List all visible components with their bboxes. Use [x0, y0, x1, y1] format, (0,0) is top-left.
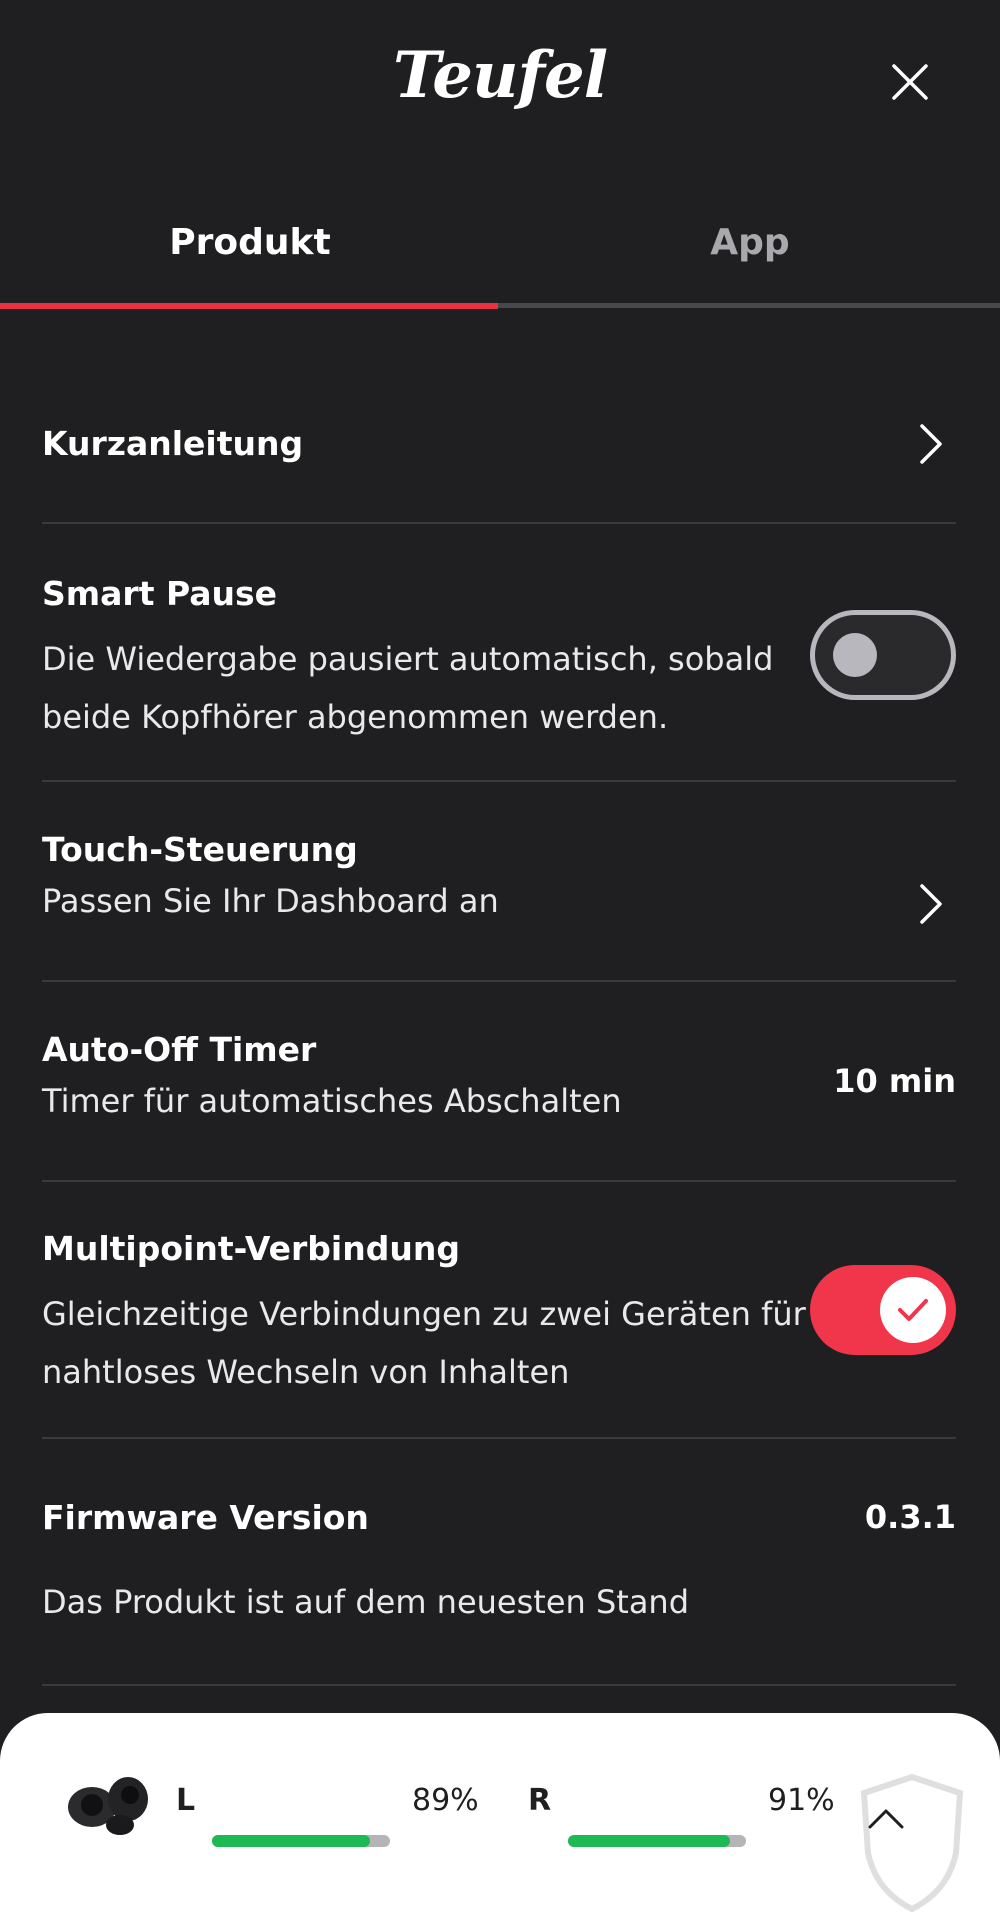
quick-guide-title: Kurzanleitung: [42, 424, 304, 463]
battery-left-fill: [212, 1835, 371, 1847]
multipoint-desc-line-2: nahtloses Wechseln von Inhalten: [42, 1353, 570, 1391]
close-button[interactable]: [886, 58, 934, 106]
tab-app[interactable]: App: [500, 222, 1000, 263]
quick-guide-chevron[interactable]: [916, 422, 946, 466]
chevron-right-icon: [920, 884, 942, 924]
chevron-up-icon: [868, 1809, 904, 1829]
smart-pause-desc-line-1: Die Wiedergabe pausiert automatisch, sob…: [42, 640, 774, 678]
smart-pause-title: Smart Pause: [42, 574, 278, 613]
chevron-right-icon: [920, 424, 942, 464]
checkmark-icon: [898, 1299, 928, 1321]
divider: [42, 1180, 956, 1182]
multipoint-desc-line-1: Gleichzeitige Verbindungen zu zwei Gerät…: [42, 1295, 806, 1333]
auto-off-description: Timer für automatisches Abschalten: [42, 1082, 622, 1120]
battery-right-bar: [568, 1835, 746, 1847]
smart-pause-description: Die Wiedergabe pausiert automatisch, sob…: [42, 630, 773, 746]
auto-off-title: Auto-Off Timer: [42, 1030, 317, 1069]
touch-control-description: Passen Sie Ihr Dashboard an: [42, 882, 499, 920]
smart-pause-desc-line-2: beide Kopfhörer abgenommen werden.: [42, 698, 669, 736]
multipoint-title: Multipoint-Verbindung: [42, 1229, 460, 1268]
firmware-version-value: 0.3.1: [864, 1498, 956, 1536]
divider: [42, 522, 956, 524]
quick-guide-row[interactable]: Kurzanleitung: [42, 380, 956, 490]
battery-left-label: L: [176, 1783, 196, 1818]
battery-right-label: R: [528, 1783, 552, 1818]
divider: [42, 780, 956, 782]
watermark-shield-icon: [860, 1773, 964, 1913]
tab-bar: Produkt App: [0, 200, 1000, 310]
teufel-logo: Teufel: [392, 38, 608, 113]
multipoint-row: Multipoint-Verbindung Gleichzeitige Verb…: [42, 1215, 956, 1415]
battery-left-percent: 89%: [412, 1783, 479, 1818]
firmware-status-text: Das Produkt ist auf dem neuesten Stand: [42, 1583, 690, 1621]
battery-sheet: L 89% R 91%: [0, 1713, 1000, 1927]
touch-control-row[interactable]: Touch-Steuerung Passen Sie Ihr Dashboard…: [42, 810, 956, 970]
divider: [42, 1684, 956, 1686]
touch-control-chevron[interactable]: [916, 882, 946, 926]
multipoint-description: Gleichzeitige Verbindungen zu zwei Gerät…: [42, 1285, 806, 1401]
divider: [42, 980, 956, 982]
battery-left-bar: [212, 1835, 390, 1847]
app-header: Teufel: [0, 0, 1000, 160]
earbuds-icon: [68, 1777, 148, 1835]
auto-off-value[interactable]: 10 min: [833, 1062, 956, 1100]
battery-right-percent: 91%: [768, 1783, 835, 1818]
close-icon: [892, 64, 928, 100]
tab-produkt[interactable]: Produkt: [0, 222, 500, 263]
battery-right-fill: [568, 1835, 730, 1847]
auto-off-timer-row[interactable]: Auto-Off Timer Timer für automatisches A…: [42, 1010, 956, 1170]
tab-active-indicator: [0, 303, 498, 309]
divider: [42, 1437, 956, 1439]
firmware-row: Firmware Version 0.3.1 Das Produkt ist a…: [42, 1480, 956, 1680]
toggle-knob: [880, 1277, 946, 1343]
multipoint-toggle[interactable]: [810, 1265, 956, 1355]
smart-pause-toggle[interactable]: [810, 610, 956, 700]
smart-pause-row: Smart Pause Die Wiedergabe pausiert auto…: [42, 560, 956, 760]
expand-sheet-button[interactable]: [866, 1805, 906, 1831]
firmware-title: Firmware Version: [42, 1498, 369, 1537]
touch-control-title: Touch-Steuerung: [42, 830, 358, 869]
toggle-knob: [833, 633, 877, 677]
